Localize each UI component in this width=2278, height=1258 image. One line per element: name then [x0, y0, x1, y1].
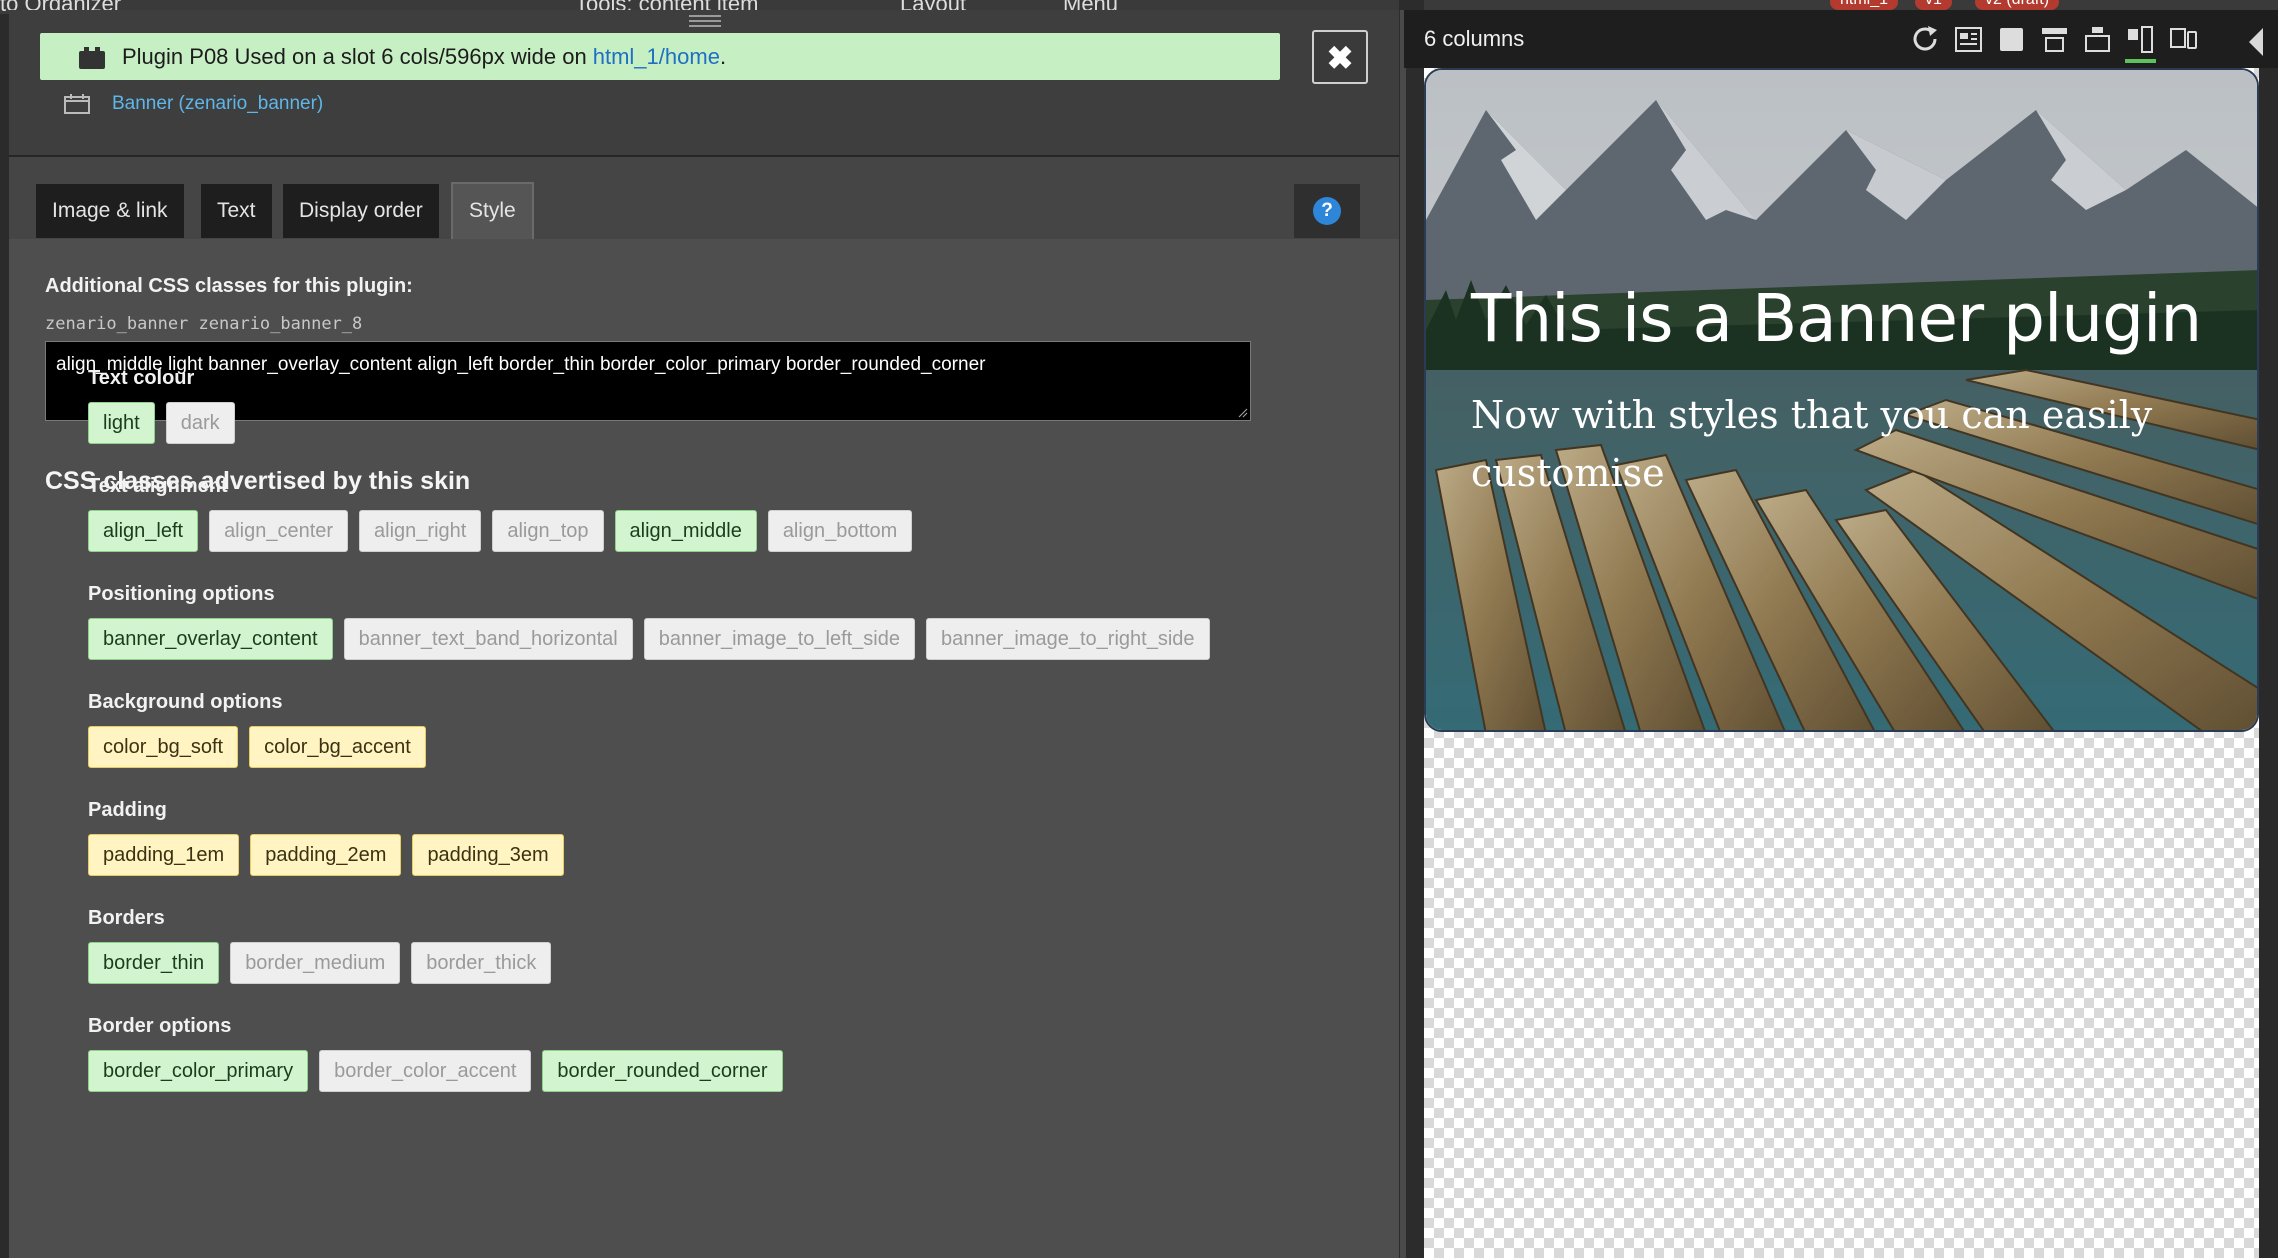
help-button[interactable]: ?	[1294, 184, 1360, 238]
plugin-settings-modal: Plugin P08 Used on a slot 6 cols/596px w…	[9, 10, 1399, 1258]
class-chip[interactable]: dark	[165, 402, 235, 444]
class-chip[interactable]: border_thick	[411, 942, 552, 984]
refresh-icon[interactable]	[1910, 24, 1941, 55]
class-chip[interactable]: color_bg_accent	[249, 726, 426, 768]
mobile-icon[interactable]	[2168, 24, 2199, 55]
class-chip[interactable]: align_left	[88, 510, 199, 552]
tab-style[interactable]: Style	[451, 182, 534, 239]
style-tab-content: Additional CSS classes for this plugin: …	[9, 239, 1399, 1258]
class-chip-row: banner_overlay_content banner_text_band_h…	[88, 618, 1210, 660]
class-chip-row: padding_1em padding_2em padding_3em	[88, 834, 564, 876]
class-chip[interactable]: banner_overlay_content	[88, 618, 333, 660]
class-chip[interactable]: border_medium	[230, 942, 401, 984]
tab-display-order[interactable]: Display order	[283, 184, 439, 238]
calendar-icon	[64, 94, 90, 114]
slot-stack-icon[interactable]	[2082, 24, 2113, 55]
class-chip-row: light dark	[88, 402, 235, 444]
class-chip[interactable]: border_rounded_corner	[542, 1050, 783, 1092]
help-icon: ?	[1313, 197, 1341, 225]
tab-text[interactable]: Text	[201, 184, 272, 238]
modal-header: Plugin P08 Used on a slot 6 cols/596px w…	[9, 10, 1399, 157]
class-group-title: Text alignment	[88, 475, 228, 497]
class-group-title: Borders	[88, 907, 165, 929]
columns-label: 6 columns	[1424, 26, 1525, 51]
tab-image-link[interactable]: Image & link	[36, 184, 184, 238]
class-chip[interactable]: align_top	[492, 510, 604, 552]
slot-side-icon[interactable]	[2125, 24, 2156, 63]
class-chip[interactable]: banner_image_to_right_side	[926, 618, 1210, 660]
page-link[interactable]: html_1/home	[593, 44, 720, 70]
class-chip[interactable]: border_color_primary	[88, 1050, 309, 1092]
version-badge[interactable]: html_1	[1830, 0, 1899, 10]
class-chip-row: align_left align_center align_right align_t…	[88, 510, 913, 552]
default-css-classes: zenario_banner zenario_banner_8	[45, 314, 363, 334]
collapse-arrow-icon[interactable]	[2249, 28, 2263, 56]
css-classes-value: align_middle light banner_overlay_conten…	[56, 354, 986, 375]
preview-scrollbar[interactable]	[2259, 68, 2278, 1258]
close-button[interactable]: ✖	[1312, 30, 1368, 84]
class-group-title: Background options	[88, 691, 283, 713]
class-chip-row: color_bg_soft color_bg_accent	[88, 726, 426, 768]
class-group-title: Text colour	[88, 367, 195, 389]
layout-icon[interactable]	[1953, 24, 1984, 55]
css-classes-label: Additional CSS classes for this plugin:	[45, 275, 413, 297]
banner-subtitle: Now with styles that you can easily cust…	[1471, 393, 2153, 495]
banner-title: This is a Banner plugin	[1471, 280, 2202, 357]
notice-end: .	[719, 43, 727, 69]
class-chip[interactable]: padding_2em	[250, 834, 402, 876]
preview-toolbar: 6 columns	[1404, 10, 2278, 68]
plugin-icon	[78, 46, 106, 69]
class-chip[interactable]: align_center	[209, 510, 349, 552]
class-group-title: Padding	[88, 799, 167, 821]
resize-handle-icon[interactable]	[1238, 408, 1248, 418]
preview-view-icons	[1910, 24, 2199, 63]
class-group-title: Border options	[88, 1015, 232, 1037]
class-chip[interactable]: border_color_accent	[319, 1050, 532, 1092]
tab-bar: Image & link Text Display order Style ?	[9, 157, 1399, 239]
class-chip-row: border_thin border_medium border_thick	[88, 942, 552, 984]
banner-plugin-preview[interactable]: This is a Banner plugin Now with styles …	[1424, 68, 2259, 732]
panel-divider-edge	[1400, 10, 1406, 1258]
class-group-title: Positioning options	[88, 583, 275, 605]
class-chip[interactable]: color_bg_soft	[88, 726, 239, 768]
notice-text: Plugin P08 Used on a slot 6 cols/596px w…	[122, 43, 587, 69]
plugin-module-link[interactable]: Banner (zenario_banner)	[112, 93, 323, 115]
class-chip[interactable]: banner_text_band_horizontal	[343, 618, 633, 660]
version-badge[interactable]: v2 (draft)	[1975, 0, 2060, 10]
drag-handle-icon[interactable]	[689, 12, 721, 27]
slot-top-icon[interactable]	[2039, 24, 2070, 55]
square-icon[interactable]	[1996, 24, 2027, 55]
class-chip-row: border_color_primary border_color_accent b…	[88, 1050, 783, 1092]
plugin-module-row: Banner (zenario_banner)	[64, 93, 323, 115]
class-chip[interactable]: border_thin	[88, 942, 220, 984]
class-chip[interactable]: light	[88, 402, 155, 444]
class-chip[interactable]: padding_1em	[88, 834, 240, 876]
class-chip[interactable]: padding_3em	[412, 834, 564, 876]
class-chip[interactable]: align_bottom	[767, 510, 913, 552]
version-badge[interactable]: v1	[1915, 0, 1952, 10]
plugin-usage-notice: Plugin P08 Used on a slot 6 cols/596px w…	[40, 33, 1280, 80]
class-chip[interactable]: banner_image_to_left_side	[643, 618, 915, 660]
class-chip[interactable]: align_right	[359, 510, 482, 552]
class-chip[interactable]: align_middle	[614, 510, 757, 552]
